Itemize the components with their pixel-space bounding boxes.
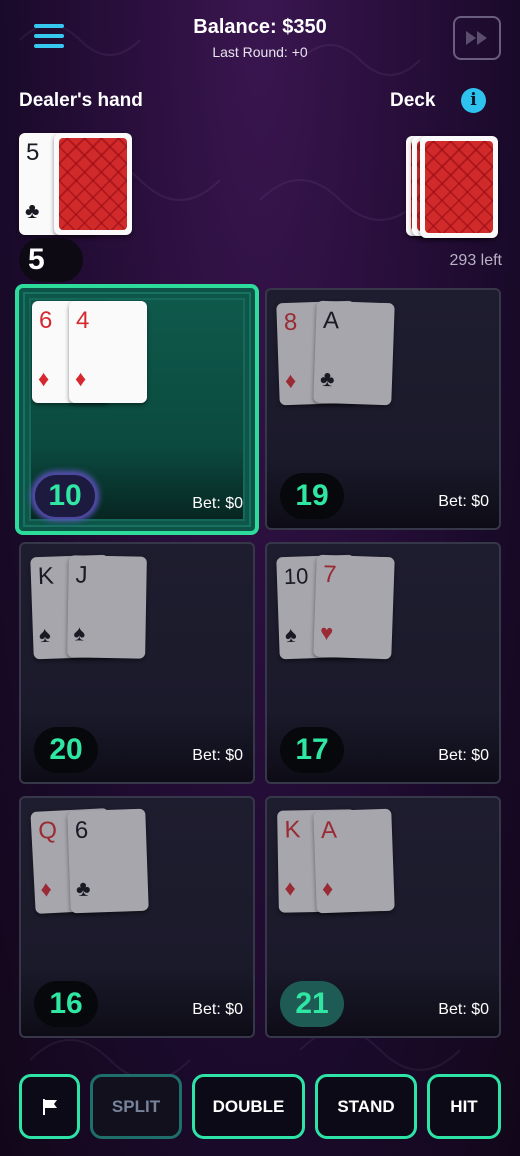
player-hand-3[interactable]: K ♠ J ♠ 20 Bet: $0 [19, 542, 255, 784]
card-rank: 10 [283, 563, 309, 590]
card-rank: Q [37, 816, 58, 845]
card-rank: 8 [283, 308, 298, 337]
player-hand-1[interactable]: 6 ♦ 4 ♦ 10 Bet: $0 [15, 284, 259, 535]
fast-forward-icon [466, 31, 487, 45]
card-rank: 6 [39, 307, 53, 334]
player-card: A ♣ [313, 300, 395, 406]
card-suit: ♥ [319, 619, 334, 646]
card-suit: ♦ [284, 875, 296, 901]
player-card: 4 ♦ [69, 301, 147, 403]
hand-total: 19 [280, 473, 344, 519]
card-suit: ♦ [39, 876, 53, 902]
dealer-total: 5 [19, 238, 83, 282]
card-suit: ♦ [38, 366, 50, 391]
player-hand-6[interactable]: K ♦ A ♦ 21 Bet: $0 [265, 796, 501, 1038]
card-suit: ♣ [319, 365, 335, 392]
card-suit: ♦ [75, 366, 87, 391]
hand-bet: Bet: $0 [438, 1001, 489, 1018]
card-rank: A [320, 816, 338, 845]
player-hand-4[interactable]: 10 ♠ 7 ♥ 17 Bet: $0 [265, 542, 501, 784]
card-suit: ♠ [73, 620, 86, 646]
card-suit: ♣ [75, 875, 91, 902]
deck-pile[interactable] [420, 136, 498, 238]
double-button[interactable]: DOUBLE [192, 1074, 305, 1139]
card-suit: ♠ [38, 621, 52, 648]
card-rank: K [284, 816, 301, 844]
hit-button[interactable]: HIT [427, 1074, 501, 1139]
dealer-hole-card [54, 133, 132, 235]
card-suit: ♠ [284, 621, 298, 648]
info-icon[interactable]: i [461, 88, 486, 113]
balance: Balance: $350 [193, 16, 327, 38]
card-suit: ♦ [284, 367, 297, 394]
card-suit: ♦ [321, 875, 334, 902]
dealer-hand-label: Dealer's hand [19, 90, 143, 111]
hand-total: 20 [34, 727, 98, 773]
hand-total: 21 [280, 981, 344, 1027]
player-hand-2[interactable]: 8 ♦ A ♣ 19 Bet: $0 [265, 288, 501, 530]
card-rank: J [75, 561, 88, 589]
card-rank: K [37, 562, 55, 591]
split-button[interactable]: SPLIT [90, 1074, 182, 1139]
flag-button[interactable] [19, 1074, 80, 1139]
card-rank: 5 [26, 139, 40, 166]
card-rank: 6 [74, 816, 89, 845]
player-card: 6 ♣ [67, 808, 149, 914]
player-card: J ♠ [67, 555, 147, 659]
card-rank: 4 [76, 307, 90, 334]
player-card: A ♦ [313, 808, 395, 914]
card-suit: ♣ [25, 198, 40, 223]
stand-button[interactable]: STAND [315, 1074, 417, 1139]
hand-total: 16 [34, 981, 98, 1027]
hand-bet: Bet: $0 [192, 495, 243, 512]
last-round: Last Round: +0 [212, 44, 308, 60]
card-rank: A [322, 306, 340, 335]
card-rank: 7 [322, 560, 337, 589]
flag-icon [42, 1098, 57, 1115]
hand-bet: Bet: $0 [438, 493, 489, 510]
hand-bet: Bet: $0 [438, 747, 489, 764]
fast-forward-button[interactable] [453, 16, 501, 60]
player-hand-5[interactable]: Q ♦ 6 ♣ 16 Bet: $0 [19, 796, 255, 1038]
hand-total: 17 [280, 727, 344, 773]
hand-bet: Bet: $0 [192, 747, 243, 764]
hand-total: 10 [33, 473, 97, 519]
deck-remaining: 293 left [449, 252, 502, 269]
deck-label: Deck [390, 90, 436, 111]
player-card: 7 ♥ [313, 554, 395, 660]
hand-bet: Bet: $0 [192, 1001, 243, 1018]
